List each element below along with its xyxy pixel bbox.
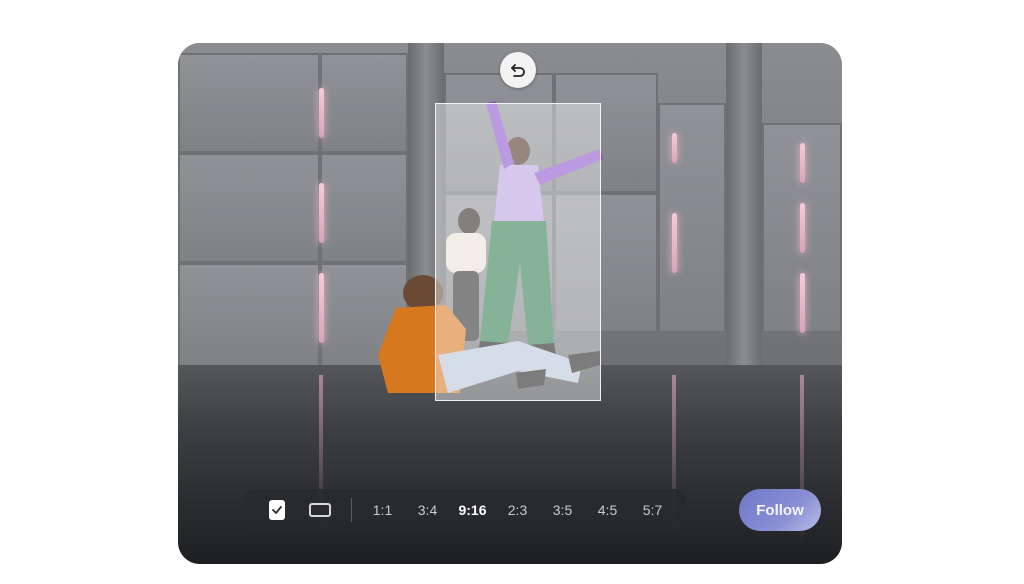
- wall-panel: [658, 103, 726, 333]
- aspect-ratio-toolbar: 1:1 3:4 9:16 2:3 3:5 4:5 5:7: [243, 489, 687, 531]
- wall-panel: [178, 153, 320, 263]
- wall-panel: [178, 53, 320, 153]
- ratio-3-4[interactable]: 3:4: [405, 502, 450, 518]
- wall-light: [319, 183, 324, 243]
- ratio-1-1[interactable]: 1:1: [360, 502, 405, 518]
- follow-button[interactable]: Follow: [739, 489, 821, 531]
- wall-pillar: [726, 43, 762, 373]
- ratio-4-5[interactable]: 4:5: [585, 502, 630, 518]
- wall-light: [800, 273, 805, 333]
- undo-icon: [511, 64, 525, 77]
- wall-panel: [178, 263, 320, 368]
- undo-button[interactable]: [500, 52, 536, 88]
- wall-light: [319, 273, 324, 343]
- wall-light: [319, 88, 324, 138]
- wall-light: [800, 203, 805, 253]
- crop-portrait-icon[interactable]: [269, 500, 285, 520]
- ratio-3-5[interactable]: 3:5: [540, 502, 585, 518]
- crop-landscape-icon[interactable]: [309, 503, 331, 517]
- wall-light: [800, 143, 805, 183]
- wall-light: [672, 213, 677, 273]
- ratio-9-16[interactable]: 9:16: [450, 502, 495, 518]
- video-preview: 1:1 3:4 9:16 2:3 3:5 4:5 5:7 Follow: [178, 43, 842, 564]
- wall-light: [672, 133, 677, 163]
- ratio-2-3[interactable]: 2:3: [495, 502, 540, 518]
- crop-frame[interactable]: [435, 103, 601, 401]
- ratio-5-7[interactable]: 5:7: [630, 502, 675, 518]
- toolbar-divider: [351, 498, 352, 522]
- checkmark-icon: [272, 506, 282, 514]
